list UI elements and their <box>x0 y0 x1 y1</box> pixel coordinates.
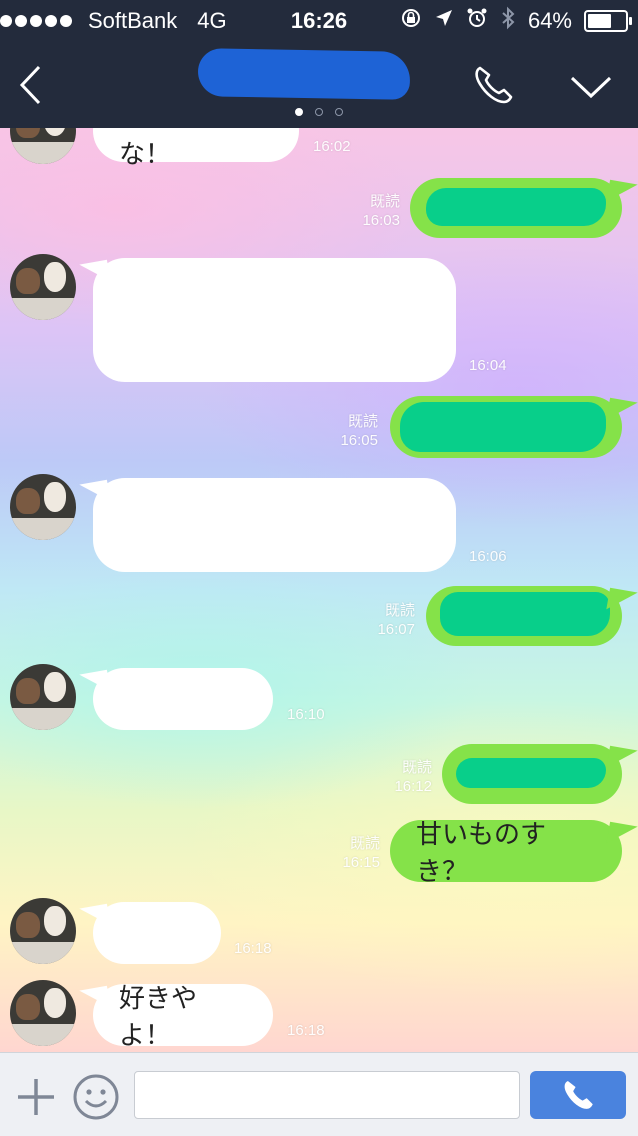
read-receipt: 既読 <box>384 602 415 619</box>
redacted-text <box>426 188 606 226</box>
message-text: 好きやよ！ <box>119 983 198 1050</box>
message-meta: 既読 16:03 <box>340 192 400 230</box>
avatar[interactable] <box>10 474 76 540</box>
message-bubble-incoming[interactable] <box>93 668 273 730</box>
status-right: 64% <box>400 6 632 37</box>
message-bubble-outgoing[interactable] <box>410 178 622 238</box>
message-bubble-incoming[interactable] <box>93 902 221 964</box>
page-indicator <box>0 108 638 116</box>
chat-header <box>0 42 638 128</box>
message-bubble-incoming[interactable] <box>93 478 456 572</box>
phone-icon <box>475 66 513 104</box>
redacted-text <box>400 402 606 452</box>
battery-percent: 64% <box>527 8 572 33</box>
message-time: 16:07 <box>377 621 415 638</box>
page-dot <box>335 108 343 116</box>
message-bubble-incoming[interactable]: よしやでな！ <box>93 128 299 169</box>
read-receipt: 既読 <box>369 193 400 210</box>
voice-call-button[interactable] <box>530 1071 626 1119</box>
message-bubble-outgoing[interactable] <box>442 744 622 804</box>
message-input[interactable] <box>134 1071 520 1119</box>
avatar[interactable] <box>10 980 76 1046</box>
avatar[interactable] <box>10 254 76 320</box>
message-time: 16:18 <box>234 940 272 957</box>
battery-icon <box>584 10 632 32</box>
alarm-icon <box>466 7 488 36</box>
message-meta: 既読 16:05 <box>318 412 378 450</box>
message-meta: 既読 16:15 <box>320 834 380 872</box>
message-meta: 16:02 <box>313 137 351 156</box>
message-time: 16:03 <box>362 212 400 229</box>
back-button[interactable] <box>10 62 50 108</box>
message-time: 16:05 <box>340 432 378 449</box>
message-meta: 既読 16:12 <box>372 758 432 796</box>
menu-toggle-button[interactable] <box>566 66 616 106</box>
contact-name-redacted[interactable] <box>197 48 411 100</box>
redacted-text <box>440 592 610 636</box>
page-dot <box>315 108 323 116</box>
message-bubble-outgoing[interactable] <box>426 586 622 646</box>
avatar[interactable] <box>10 898 76 964</box>
message-meta: 16:06 <box>469 547 507 566</box>
read-receipt: 既読 <box>347 413 378 430</box>
call-button[interactable] <box>470 62 516 108</box>
status-bar: SoftBank 4G 16:26 64% <box>0 0 638 42</box>
chevron-down-icon <box>570 76 612 99</box>
rotation-lock-icon <box>400 7 422 36</box>
redacted-text <box>456 758 606 788</box>
smiley-icon <box>73 1074 119 1120</box>
message-time: 16:15 <box>342 854 380 871</box>
message-meta: 16:04 <box>469 356 507 375</box>
chat-area[interactable]: よしやでな！ 16:02 既読 16:03 16:04 既読 16:05 16:… <box>0 128 638 1052</box>
avatar[interactable] <box>10 664 76 730</box>
message-bubble-incoming[interactable] <box>93 258 456 382</box>
bluetooth-icon <box>500 6 516 37</box>
message-bubble-outgoing[interactable] <box>390 396 622 458</box>
message-time: 16:06 <box>469 548 507 565</box>
page-dot <box>295 108 303 116</box>
phone-icon <box>564 1081 593 1109</box>
message-time: 16:18 <box>287 1022 325 1039</box>
back-chevron-icon <box>19 65 41 105</box>
message-meta: 16:18 <box>287 1021 325 1040</box>
sticker-button[interactable] <box>72 1073 120 1121</box>
message-meta: 既読 16:07 <box>355 601 415 639</box>
message-bubble-outgoing[interactable]: 甘いものすき？ <box>390 819 622 886</box>
read-receipt: 既読 <box>349 835 380 852</box>
message-time: 16:12 <box>394 778 432 795</box>
read-receipt: 既読 <box>401 759 432 776</box>
input-bar <box>0 1052 638 1136</box>
message-bubble-incoming[interactable]: 好きやよ！ <box>93 983 273 1050</box>
plus-icon <box>18 1079 54 1115</box>
message-time: 16:10 <box>287 706 325 723</box>
message-text: 甘いものすき？ <box>416 819 547 886</box>
avatar[interactable] <box>10 128 76 164</box>
message-time: 16:04 <box>469 357 507 374</box>
message-meta: 16:18 <box>234 939 272 958</box>
location-arrow-icon <box>434 8 454 35</box>
message-meta: 16:10 <box>287 705 325 724</box>
battery-level <box>588 14 612 28</box>
message-time: 16:02 <box>313 138 351 155</box>
message-text: よしやでな！ <box>119 128 223 169</box>
add-attachment-button[interactable] <box>14 1075 58 1119</box>
